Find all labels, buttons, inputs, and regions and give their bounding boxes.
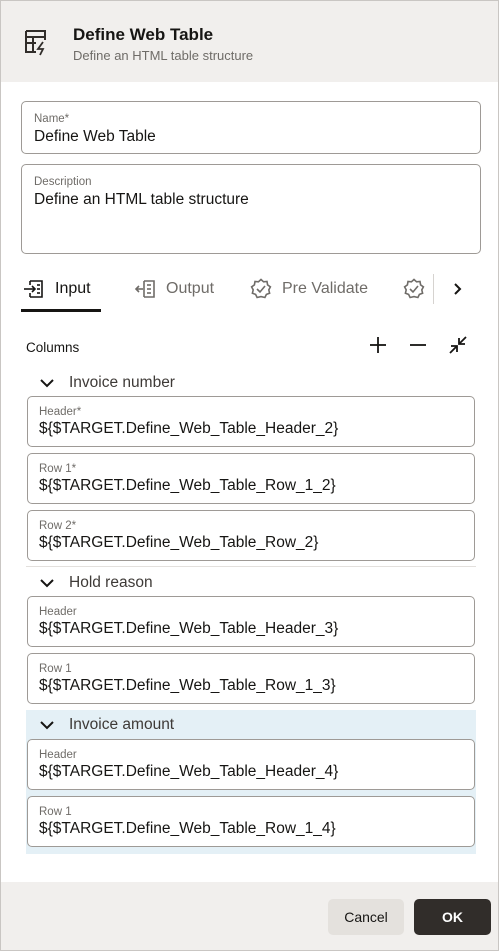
badge-check-icon: [403, 278, 425, 299]
row-1-field[interactable]: Row 1 ${$TARGET.Define_Web_Table_Row_1_3…: [27, 653, 475, 704]
name-value[interactable]: Define Web Table: [34, 128, 156, 146]
output-icon: [134, 280, 155, 298]
header-field[interactable]: Header ${$TARGET.Define_Web_Table_Header…: [27, 739, 475, 790]
column-group-label: Hold reason: [69, 573, 153, 591]
field-label: Header: [39, 749, 77, 761]
description-field[interactable]: Description Define an HTML table structu…: [21, 164, 481, 254]
field-value[interactable]: ${$TARGET.Define_Web_Table_Row_2}: [39, 534, 318, 552]
tab-output-label: Output: [166, 280, 215, 297]
column-group-invoice-amount[interactable]: Invoice amount: [26, 710, 476, 739]
badge-check-icon: [250, 278, 272, 299]
field-label: Row 2*: [39, 520, 77, 532]
name-field[interactable]: Name* Define Web Table: [21, 101, 481, 154]
header-field[interactable]: Header* ${$TARGET.Define_Web_Table_Heade…: [27, 396, 475, 447]
dialog: Define Web Table Define an HTML table st…: [0, 0, 499, 951]
header-field[interactable]: Header ${$TARGET.Define_Web_Table_Header…: [27, 596, 475, 647]
collapse-all-icon[interactable]: [447, 334, 469, 356]
row-1-field[interactable]: Row 1 ${$TARGET.Define_Web_Table_Row_1_4…: [27, 796, 475, 847]
field-value[interactable]: ${$TARGET.Define_Web_Table_Header_3}: [39, 620, 338, 638]
name-label: Name*: [34, 113, 70, 125]
tab-divider: [433, 274, 434, 304]
dialog-subtitle: Define an HTML table structure: [73, 48, 254, 63]
field-value[interactable]: ${$TARGET.Define_Web_Table_Header_2}: [39, 420, 338, 438]
dialog-footer: Cancel OK: [1, 882, 498, 950]
tab-pre-validate-label: Pre Validate: [282, 280, 368, 297]
field-label: Header: [39, 606, 77, 618]
group-divider: [26, 566, 476, 567]
field-value[interactable]: ${$TARGET.Define_Web_Table_Row_1_3}: [39, 677, 336, 695]
field-label: Row 1: [39, 806, 72, 818]
cancel-button[interactable]: Cancel: [328, 899, 404, 935]
table-lightning-icon: [25, 30, 46, 56]
tab-input[interactable]: Input: [23, 266, 91, 312]
field-value[interactable]: ${$TARGET.Define_Web_Table_Row_1_4}: [39, 820, 336, 838]
row-2-field[interactable]: Row 2* ${$TARGET.Define_Web_Table_Row_2}: [27, 510, 475, 561]
ok-button[interactable]: OK: [414, 899, 491, 935]
row-1-field[interactable]: Row 1* ${$TARGET.Define_Web_Table_Row_1_…: [27, 453, 475, 504]
chevron-down-icon[interactable]: [39, 717, 55, 733]
field-label: Row 1*: [39, 463, 77, 475]
chevron-down-icon[interactable]: [39, 575, 55, 591]
input-icon: [24, 280, 43, 298]
tab-scroll-next[interactable]: [449, 266, 465, 312]
tab-pre-validate[interactable]: Pre Validate: [250, 266, 368, 312]
column-group-label: Invoice number: [69, 373, 175, 391]
field-value[interactable]: ${$TARGET.Define_Web_Table_Row_1_2}: [39, 477, 336, 495]
column-group-label: Invoice amount: [69, 715, 175, 733]
chevron-right-icon: [454, 283, 462, 295]
column-group-invoice-number[interactable]: Invoice number: [26, 368, 476, 397]
field-value[interactable]: ${$TARGET.Define_Web_Table_Header_4}: [39, 763, 338, 781]
active-tab-indicator: [21, 309, 101, 312]
chevron-down-icon[interactable]: [39, 375, 55, 391]
description-label: Description: [34, 176, 92, 188]
tab-output[interactable]: Output: [134, 266, 214, 312]
tab-post-validate[interactable]: [403, 266, 425, 312]
field-label: Row 1: [39, 663, 72, 675]
column-group-hold-reason[interactable]: Hold reason: [26, 568, 476, 597]
dialog-title: Define Web Table: [73, 25, 214, 44]
columns-label: Columns: [26, 340, 80, 355]
tab-bar: Input Output Pre Validate: [21, 266, 481, 314]
remove-column-icon[interactable]: [407, 334, 429, 356]
tab-input-label: Input: [55, 280, 91, 297]
dialog-header: Define Web Table Define an HTML table st…: [1, 1, 498, 82]
add-column-icon[interactable]: [367, 334, 389, 356]
field-label: Header*: [39, 406, 82, 418]
description-value[interactable]: Define an HTML table structure: [34, 191, 249, 209]
